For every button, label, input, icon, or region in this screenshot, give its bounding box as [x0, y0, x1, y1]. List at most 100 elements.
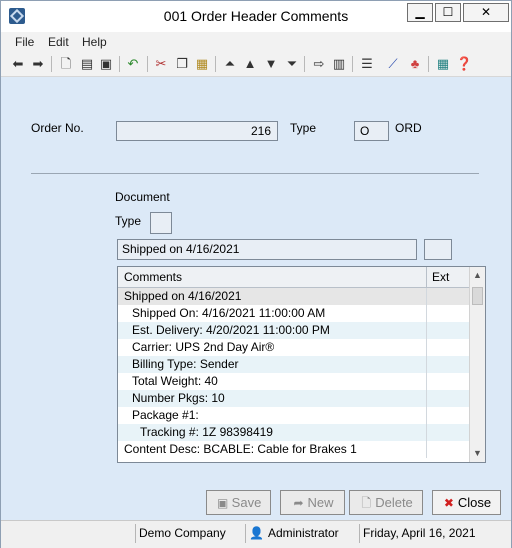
delete-icon: 🗋 [361, 496, 372, 510]
column-header-comments[interactable]: Comments [124, 270, 182, 284]
undo-icon[interactable]: ↶ [125, 56, 141, 72]
grid-scrollbar[interactable]: ▲ ▼ [469, 267, 485, 462]
close-button[interactable]: ✖ Close [432, 490, 501, 515]
ext-cell [426, 322, 469, 339]
open-icon[interactable]: ▤ [79, 56, 95, 72]
comment-subject-field[interactable]: Shipped on 4/16/2021 [117, 239, 417, 260]
forward-icon[interactable]: ➡ [30, 56, 46, 72]
chart-icon[interactable]: ⟋ [385, 56, 401, 72]
save-button[interactable]: ▣ Save [206, 490, 271, 515]
comment-text: Billing Type: Sender [132, 357, 239, 371]
user-icon: 👤 [249, 526, 264, 540]
status-bar: Demo Company 👤 Administrator Friday, Apri… [1, 520, 511, 548]
ext-cell [426, 339, 469, 356]
minimize-button[interactable]: ▁ [407, 3, 433, 22]
ext-cell [426, 390, 469, 407]
notes-icon[interactable]: ☰ [359, 56, 375, 72]
status-user: 👤 Administrator [245, 524, 359, 543]
ext-cell [426, 407, 469, 424]
document-label: Document [115, 190, 170, 204]
comment-text: Shipped on 4/16/2021 [124, 289, 242, 303]
toolbar-separator [147, 56, 148, 72]
export-icon[interactable]: ⇨ [311, 56, 327, 72]
scroll-up-icon[interactable]: ▲ [473, 270, 482, 280]
order-header-comments-window: 001 Order Header Comments ▁ ☐ ✕ File Edi… [0, 0, 512, 548]
ext-cell [426, 441, 469, 458]
order-type-field[interactable]: O [354, 121, 389, 141]
help-icon[interactable]: ❓ [456, 56, 472, 72]
column-header-ext[interactable]: Ext [432, 270, 449, 284]
table-row[interactable]: Tracking #: 1Z 98398419 [118, 424, 469, 441]
menu-file[interactable]: File [15, 35, 34, 49]
table-row[interactable]: Carrier: UPS 2nd Day Air® [118, 339, 469, 356]
order-type-description: ORD [395, 121, 422, 135]
comment-text: Content Desc: BCABLE: Cable for Brakes 1 [124, 442, 357, 456]
save-button-label: Save [231, 495, 262, 510]
document-type-label: Type [115, 214, 142, 228]
order-no-field[interactable]: 216 [116, 121, 278, 141]
cut-icon[interactable]: ✂ [153, 56, 169, 72]
table-row[interactable]: Shipped On: 4/16/2021 11:00:00 AM [118, 305, 469, 322]
close-button-label: Close [457, 495, 492, 510]
ext-cell [426, 288, 469, 305]
comments-grid[interactable]: Comments Ext Shipped on 4/16/2021 Shipped… [117, 266, 486, 463]
menu-edit[interactable]: Edit [48, 35, 69, 49]
status-company: Demo Company [135, 524, 245, 543]
back-icon[interactable]: ⬅ [10, 56, 26, 72]
ext-cell [426, 424, 469, 441]
new-document-icon[interactable]: 🗋 [58, 56, 74, 72]
table-row[interactable]: Billing Type: Sender [118, 356, 469, 373]
table-row[interactable]: Est. Delivery: 4/20/2021 11:00:00 PM [118, 322, 469, 339]
toolbar-separator [51, 56, 52, 72]
previous-record-icon[interactable]: ▲ [242, 56, 258, 72]
scroll-thumb[interactable] [472, 287, 483, 305]
comment-text: Number Pkgs: 10 [132, 391, 225, 405]
paste-icon[interactable]: ▦ [194, 56, 210, 72]
calculator-icon[interactable]: ▦ [435, 56, 451, 72]
toolbar-separator [352, 56, 353, 72]
table-row[interactable]: Shipped on 4/16/2021 [118, 288, 469, 305]
new-button[interactable]: ➦ New [280, 490, 345, 515]
last-record-icon[interactable]: ⏷ [284, 56, 300, 72]
table-row[interactable]: Package #1: [118, 407, 469, 424]
new-icon: ➦ [293, 496, 304, 510]
comment-text: Carrier: UPS 2nd Day Air® [132, 340, 275, 354]
ext-cell [426, 356, 469, 373]
scroll-down-icon[interactable]: ▼ [473, 448, 482, 458]
toolbar-separator [215, 56, 216, 72]
column-divider [426, 267, 427, 287]
maximize-button[interactable]: ☐ [435, 3, 461, 22]
save-icon[interactable]: ▣ [98, 56, 114, 72]
ext-cell [426, 373, 469, 390]
comment-text: Est. Delivery: 4/20/2021 11:00:00 PM [132, 323, 330, 337]
document-type-field[interactable] [150, 212, 172, 234]
new-button-label: New [307, 495, 334, 510]
toolbar: ⬅ ➡ 🗋 ▤ ▣ ↶ ✂ ❐ ▦ ⏶ ▲ ▼ ⏷ ⇨ ▥ ☰ ⟋ ♣ ▦ ❓ [1, 52, 511, 77]
toolbar-separator [119, 56, 120, 72]
table-row[interactable]: Total Weight: 40 [118, 373, 469, 390]
print-icon[interactable]: ▥ [331, 56, 347, 72]
section-divider [31, 173, 479, 174]
status-user-label: Administrator [267, 526, 339, 540]
close-window-button[interactable]: ✕ [463, 3, 509, 22]
first-record-icon[interactable]: ⏶ [222, 56, 238, 72]
delete-button-label: Delete [375, 495, 413, 510]
menu-help[interactable]: Help [82, 35, 107, 49]
comment-text: Shipped On: 4/16/2021 11:00:00 AM [132, 306, 326, 320]
order-no-label: Order No. [31, 121, 84, 135]
comment-text: Package #1: [132, 408, 199, 422]
comment-extra-field[interactable] [424, 239, 452, 260]
close-icon: ✖ [443, 496, 454, 510]
copy-icon[interactable]: ❐ [174, 56, 190, 72]
table-row[interactable]: Content Desc: BCABLE: Cable for Brakes 1 [118, 441, 469, 458]
next-record-icon[interactable]: ▼ [263, 56, 279, 72]
comment-text: Total Weight: 40 [132, 374, 218, 388]
table-row[interactable]: Number Pkgs: 10 [118, 390, 469, 407]
comment-text: Tracking #: 1Z 98398419 [140, 425, 273, 439]
delete-button[interactable]: 🗋 Delete [349, 490, 423, 515]
shapes-icon[interactable]: ♣ [407, 56, 423, 72]
title-bar[interactable]: 001 Order Header Comments ▁ ☐ ✕ [1, 1, 511, 32]
ext-cell [426, 305, 469, 322]
toolbar-separator [428, 56, 429, 72]
grid-header: Comments Ext [118, 267, 469, 288]
